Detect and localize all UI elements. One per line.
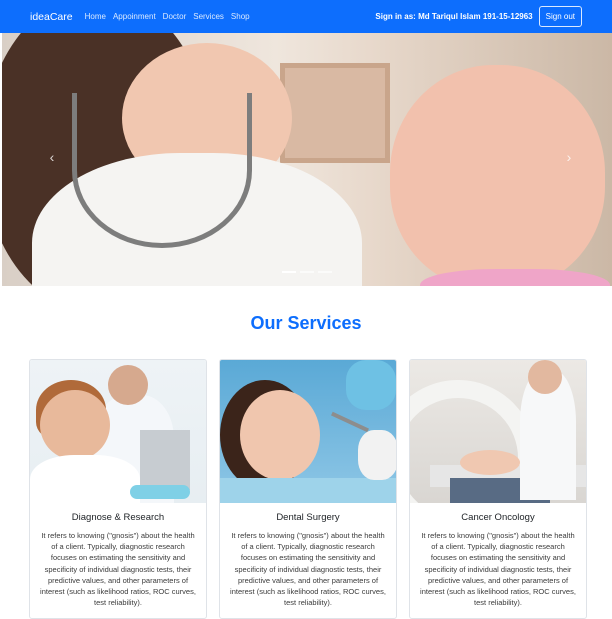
hero-carousel[interactable]: ‹ › [2, 33, 612, 286]
service-card-oncology: Cancer Oncology It refers to knowing ("g… [409, 359, 587, 619]
card-text: It refers to knowing ("gnosis") about th… [420, 531, 576, 608]
nav-link-doctor[interactable]: Doctor [163, 12, 187, 21]
services-heading: Our Services [250, 313, 362, 333]
dentist-hand-shape [358, 430, 396, 480]
patient-shape [460, 450, 520, 475]
carousel-indicator-3[interactable] [318, 271, 332, 273]
diagnose-image [30, 360, 206, 503]
dentist-mask-shape [346, 360, 396, 410]
card-text: It refers to knowing ("gnosis") about th… [40, 531, 196, 608]
wall-frame [280, 63, 390, 163]
card-title: Dental Surgery [276, 512, 340, 523]
signed-in-user: Sign in as: Md Tariqul Islam 191-15-1296… [375, 12, 533, 21]
card-title: Diagnose & Research [71, 512, 165, 523]
doctor-head-shape [108, 365, 148, 405]
card-text: It refers to knowing ("gnosis") about th… [230, 531, 386, 608]
carousel-indicators [282, 271, 332, 273]
researcher-coat-shape [30, 455, 140, 503]
stethoscope [72, 93, 252, 248]
patient-face-shape [240, 390, 320, 480]
nav-link-services[interactable]: Services [193, 12, 224, 21]
service-card-diagnose: Diagnose & Research It refers to knowing… [29, 359, 207, 619]
service-card-dental: Dental Surgery It refers to knowing ("gn… [219, 359, 397, 619]
oncology-image [410, 360, 586, 503]
patient-bib-shape [220, 478, 396, 503]
baby-head [390, 65, 605, 286]
chevron-right-icon[interactable]: › [562, 149, 576, 165]
baby-shirt [420, 269, 610, 286]
carousel-indicator-1[interactable] [282, 271, 296, 273]
dental-image [220, 360, 396, 503]
nav-link-shop[interactable]: Shop [231, 12, 250, 21]
doctor-head-shape [528, 360, 562, 394]
card-title: Cancer Oncology [461, 512, 535, 523]
carousel-indicator-2[interactable] [300, 271, 314, 273]
dental-tool-shape [331, 411, 369, 433]
nav-link-appoinment[interactable]: Appoinment [113, 12, 156, 21]
researcher-face-shape [40, 390, 110, 460]
top-navbar: ideaCare Home Appoinment Doctor Services… [0, 0, 612, 33]
sign-out-button[interactable]: Sign out [538, 6, 582, 27]
nav-link-home[interactable]: Home [85, 12, 106, 21]
chevron-left-icon[interactable]: ‹ [45, 149, 59, 165]
microscope-shape [140, 430, 190, 490]
brand-logo[interactable]: ideaCare [30, 11, 73, 23]
glove-shape [130, 485, 190, 499]
